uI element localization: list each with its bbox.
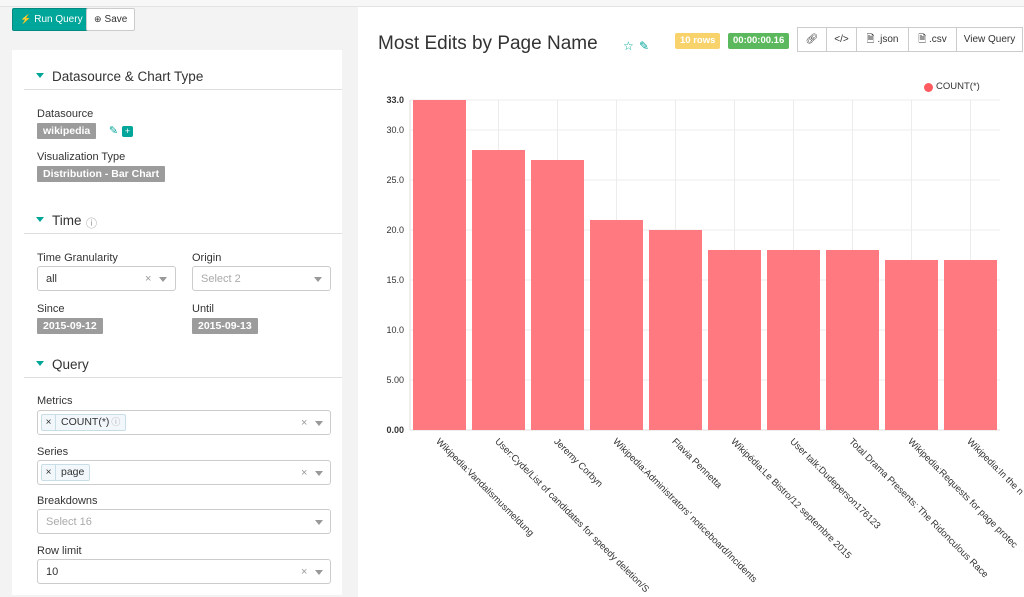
bar[interactable] bbox=[531, 160, 584, 430]
bar[interactable] bbox=[767, 250, 820, 430]
bar[interactable] bbox=[944, 260, 997, 430]
x-tick-label: Wikipedia:Requests for page protec bbox=[905, 436, 1019, 550]
x-tick-label: Jeremy Corbyn bbox=[551, 436, 604, 489]
bar[interactable] bbox=[472, 150, 525, 430]
bar[interactable] bbox=[413, 100, 466, 430]
bar-chart: 0.00 5.00 10.0 15.0 20.0 25.0 30.0 33.0 Wikipedi… bbox=[386, 95, 1024, 595]
x-tick-label: Wikipédia:Le Bistro/12 septembre 2015 bbox=[728, 436, 853, 561]
bar[interactable] bbox=[708, 250, 761, 430]
y-tick-label: 30.0 bbox=[386, 125, 404, 135]
y-tick-label: 33.0 bbox=[386, 95, 404, 105]
x-tick-label: Flavia Pennetta bbox=[669, 436, 724, 491]
x-tick-label: Wikipedia:Vandalismusmeldung bbox=[433, 436, 535, 538]
bar[interactable] bbox=[649, 230, 702, 430]
y-tick-label: 10.0 bbox=[386, 325, 404, 335]
bar[interactable] bbox=[885, 260, 938, 430]
y-tick-label: 25.0 bbox=[386, 175, 404, 185]
y-tick-label: 20.0 bbox=[386, 225, 404, 235]
bar[interactable] bbox=[826, 250, 879, 430]
y-tick-label: 0.00 bbox=[386, 425, 404, 435]
y-tick-label: 5.00 bbox=[386, 375, 404, 385]
x-tick-label: Wikipedia:In the n bbox=[964, 436, 1024, 497]
bar[interactable] bbox=[590, 220, 643, 430]
y-tick-label: 15.0 bbox=[386, 275, 404, 285]
